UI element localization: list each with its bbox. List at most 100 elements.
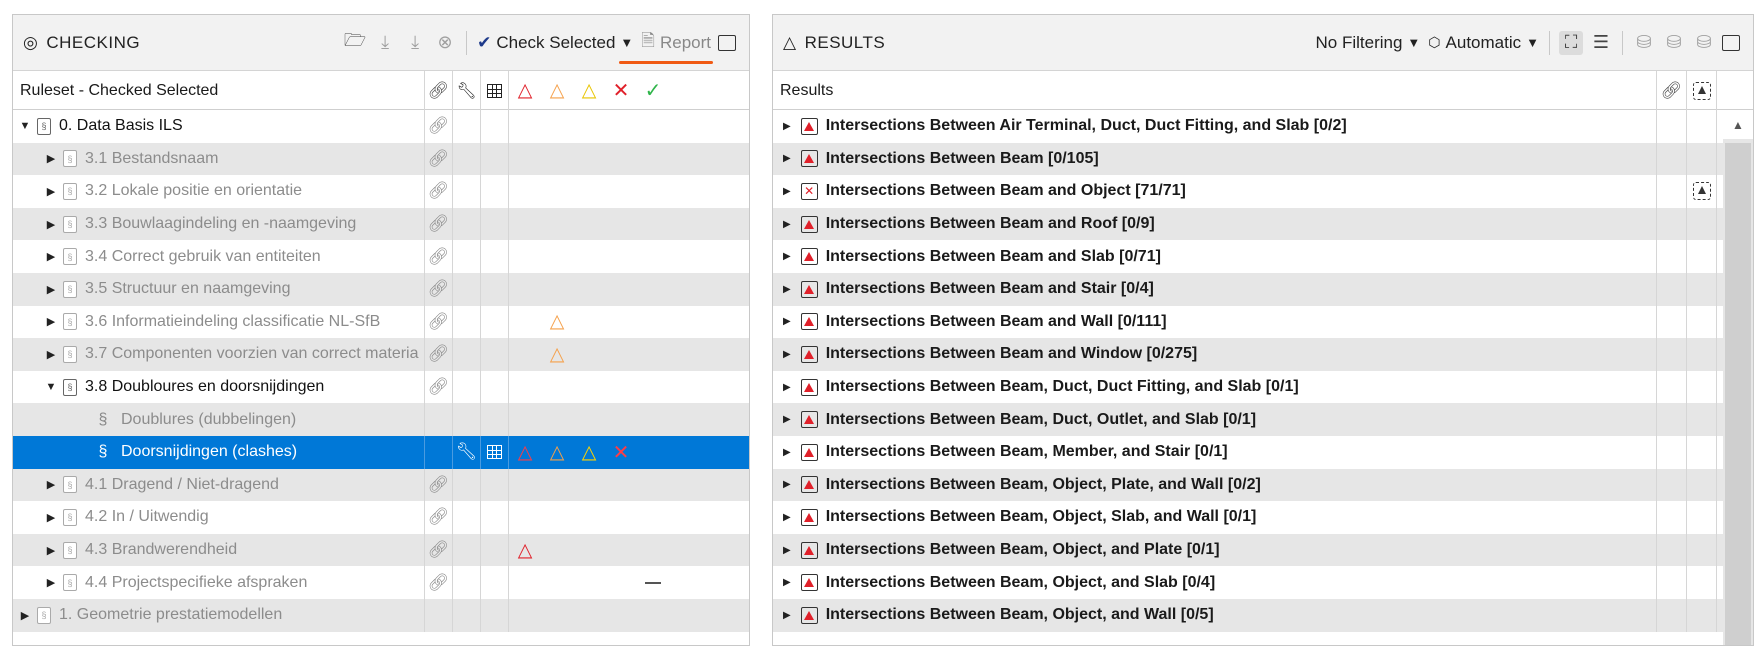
expand-right-icon[interactable]: ▶ — [43, 544, 59, 557]
result-row-name-cell[interactable]: ▶ ✕ Intersections Between Beam and Object … — [773, 175, 1657, 208]
scan-column-icon[interactable] — [1687, 71, 1717, 110]
issue-remove-icon[interactable]: ⛁ — [1692, 31, 1716, 55]
tree-row-name-cell[interactable]: ▶ § 3.4 Correct gebruik van entiteiten — [13, 240, 425, 273]
check-selected-button[interactable]: ✔ Check Selected ▼ — [477, 33, 633, 53]
tree-row-name-cell[interactable]: ▶ § 3.7 Componenten voorzien van correct m… — [13, 338, 425, 371]
attachment-icon[interactable]: 🔗︎ — [428, 377, 450, 397]
attachment-icon[interactable]: 🔗︎ — [428, 181, 450, 201]
tree-row[interactable]: ▶ § 4.3 Brandwerendheid 🔗︎ △ — [13, 533, 749, 567]
tree-row[interactable]: ▶ § 3.4 Correct gebruik van entiteiten 🔗︎ — [13, 240, 749, 273]
result-row[interactable]: ▶ Intersections Between Beam, Duct, Duct … — [773, 370, 1753, 404]
result-row[interactable]: ▶ Intersections Between Beam and Wall [0/… — [773, 305, 1753, 339]
expand-right-icon[interactable]: ▶ — [783, 382, 791, 393]
expand-right-icon[interactable]: ▶ — [783, 349, 791, 360]
result-row-name-cell[interactable]: ▶ Intersections Between Beam, Member, and… — [773, 435, 1657, 469]
expand-right-icon[interactable]: ▶ — [43, 576, 59, 589]
result-row-name-cell[interactable]: ▶ Intersections Between Beam [0/105] — [773, 142, 1657, 176]
tree-row-name-cell[interactable]: ▼ § 0. Data Basis ILS — [13, 110, 425, 143]
tree-row-name-cell[interactable]: § Doublures (dubbelingen) — [13, 403, 425, 436]
result-row[interactable]: ▶ Intersections Between Beam, Object, and… — [773, 566, 1753, 599]
result-row[interactable]: ▶ Intersections Between Beam and Slab [0/… — [773, 240, 1753, 273]
tree-row[interactable]: ▶ § 3.2 Lokale positie en orientatie 🔗︎ — [13, 175, 749, 208]
result-row-name-cell[interactable]: ▶ Intersections Between Beam, Duct, Duct … — [773, 370, 1657, 404]
tree-row-name-cell[interactable]: ▶ § 4.3 Brandwerendheid — [13, 533, 425, 567]
expand-right-icon[interactable]: ▶ — [43, 250, 59, 263]
expand-right-icon[interactable]: ▶ — [43, 283, 59, 296]
result-row[interactable]: ▶ Intersections Between Beam and Window [… — [773, 338, 1753, 371]
issue-add-icon[interactable]: ⛁ — [1662, 31, 1686, 55]
tree-row[interactable]: ▶ § 4.4 Projectspecifieke afspraken 🔗︎ — [13, 566, 749, 599]
result-row-name-cell[interactable]: ▶ Intersections Between Beam, Object, Sla… — [773, 501, 1657, 534]
expand-right-icon[interactable]: ▶ — [783, 447, 791, 458]
tree-row[interactable]: ▶ § 3.7 Componenten voorzien van correct m… — [13, 338, 749, 371]
download-icon[interactable]: ⤓ — [373, 31, 397, 55]
result-row[interactable]: ▶ Intersections Between Beam and Roof [0/… — [773, 207, 1753, 241]
green-check-column-icon[interactable]: ✓ — [637, 71, 669, 110]
cancel-icon[interactable]: ⊗ — [433, 31, 457, 55]
result-row[interactable]: ▶ Intersections Between Beam, Object, and… — [773, 598, 1753, 632]
result-row-name-cell[interactable]: ▶ Intersections Between Beam and Wall [0/… — [773, 305, 1657, 339]
expand-right-icon[interactable]: ▶ — [783, 121, 791, 132]
expand-right-icon[interactable]: ▶ — [43, 348, 59, 361]
result-row-name-cell[interactable]: ▶ Intersections Between Beam and Window [… — [773, 338, 1657, 371]
expand-right-icon[interactable]: ▶ — [783, 545, 791, 556]
attachment-icon[interactable]: 🔗︎ — [428, 540, 450, 560]
tree-row-name-cell[interactable]: ▶ § 1. Geometrie prestatiemodellen — [13, 598, 425, 632]
filter-dropdown[interactable]: No Filtering ▼ — [1316, 33, 1421, 53]
results-scroll-thumb[interactable] — [1725, 143, 1751, 645]
attachment-column-icon[interactable]: 🔗︎ — [425, 71, 453, 110]
attachment-icon[interactable]: 🔗︎ — [428, 247, 450, 267]
table-icon[interactable] — [487, 445, 502, 460]
wrench-icon[interactable]: 🔧︎ — [456, 442, 478, 462]
expand-right-icon[interactable]: ▶ — [43, 152, 59, 165]
result-row-name-cell[interactable]: ▶ Intersections Between Beam, Duct, Outle… — [773, 403, 1657, 436]
tree-row-name-cell[interactable]: ▶ § 3.6 Informatieindeling classificatie N… — [13, 305, 425, 339]
tree-row-name-cell[interactable]: § Doorsnijdingen (clashes) — [13, 435, 425, 469]
tree-row[interactable]: ▶ § 3.5 Structuur en naamgeving 🔗︎ — [13, 272, 749, 306]
tree-row-name-cell[interactable]: ▶ § 3.5 Structuur en naamgeving — [13, 272, 425, 306]
mode-dropdown[interactable]: ⬡ Automatic ▼ — [1428, 33, 1539, 53]
ruleset-column-header[interactable]: Ruleset - Checked Selected — [13, 71, 425, 110]
result-row-name-cell[interactable]: ▶ Intersections Between Beam, Object, and… — [773, 598, 1657, 632]
tree-row[interactable]: ▶ § 4.1 Dragend / Niet-dragend 🔗︎ — [13, 468, 749, 502]
tree-row[interactable]: ▶ § 1. Geometrie prestatiemodellen — [13, 598, 749, 632]
expand-right-icon[interactable]: ▶ — [783, 219, 791, 230]
tree-row-name-cell[interactable]: ▶ § 4.4 Projectspecifieke afspraken — [13, 566, 425, 599]
result-row-name-cell[interactable]: ▶ Intersections Between Beam and Roof [0/… — [773, 207, 1657, 241]
expand-right-icon[interactable]: ▶ — [783, 512, 791, 523]
maximize-icon[interactable] — [1722, 34, 1740, 51]
expand-down-icon[interactable]: ▼ — [17, 120, 33, 132]
results-column-header[interactable]: Results — [773, 71, 1657, 110]
result-row-name-cell[interactable]: ▶ Intersections Between Beam and Slab [0/… — [773, 240, 1657, 273]
attachment-icon[interactable]: 🔗︎ — [428, 344, 450, 364]
attachment-icon[interactable]: 🔗︎ — [428, 573, 450, 593]
result-row[interactable]: ▶ Intersections Between Beam, Object, Sla… — [773, 501, 1753, 534]
attachment-column-icon[interactable]: 🔗︎ — [1657, 71, 1687, 110]
result-row-name-cell[interactable]: ▶ Intersections Between Beam, Object, and… — [773, 566, 1657, 599]
tree-row-name-cell[interactable]: ▶ § 4.2 In / Uitwendig — [13, 501, 425, 534]
attachment-icon[interactable]: 🔗︎ — [428, 279, 450, 299]
result-row[interactable]: ▶ Intersections Between Beam and Stair [0… — [773, 272, 1753, 306]
download-all-icon[interactable]: ⤓ — [403, 31, 427, 55]
attachment-icon[interactable]: 🔗︎ — [428, 475, 450, 495]
tree-row[interactable]: ▶ § 3.3 Bouwlaagindeling en -naamgeving 🔗︎ — [13, 207, 749, 241]
wrench-column-icon[interactable]: 🔧︎ — [453, 71, 481, 110]
expand-down-icon[interactable]: ▼ — [43, 381, 59, 393]
tree-row[interactable]: ▶ § 3.1 Bestandsnaam 🔗︎ — [13, 142, 749, 176]
tree-row[interactable]: § Doublures (dubbelingen) — [13, 403, 749, 436]
expand-right-icon[interactable]: ▶ — [783, 610, 791, 621]
tree-row-name-cell[interactable]: ▼ § 3.8 Doubloures en doorsnijdingen — [13, 370, 425, 404]
expand-right-icon[interactable]: ▶ — [783, 186, 791, 197]
red-triangle-column-icon[interactable]: △ — [509, 71, 541, 110]
expand-right-icon[interactable]: ▶ — [43, 185, 59, 198]
issue-icon[interactable]: ⛁ — [1632, 31, 1656, 55]
tree-row-name-cell[interactable]: ▶ § 4.1 Dragend / Niet-dragend — [13, 468, 425, 502]
expand-right-icon[interactable]: ▶ — [17, 609, 33, 622]
result-row-name-cell[interactable]: ▶ Intersections Between Beam, Object, and… — [773, 533, 1657, 567]
expand-right-icon[interactable]: ▶ — [43, 218, 59, 231]
scroll-up-arrow-icon[interactable]: ▲ — [1723, 111, 1753, 139]
result-row-name-cell[interactable]: ▶ Intersections Between Beam and Stair [0… — [773, 272, 1657, 306]
tree-row[interactable]: ▶ § 3.6 Informatieindeling classificatie N… — [13, 305, 749, 339]
expand-right-icon[interactable]: ▶ — [43, 478, 59, 491]
result-row[interactable]: ▶ Intersections Between Air Terminal, Duc… — [773, 110, 1753, 143]
